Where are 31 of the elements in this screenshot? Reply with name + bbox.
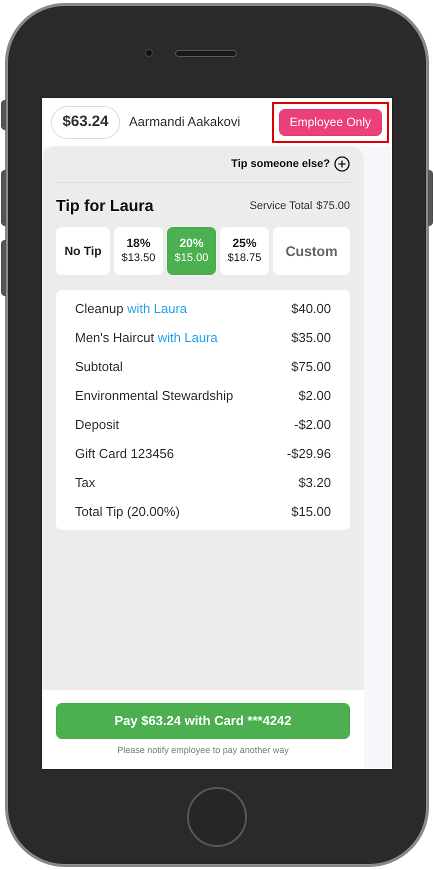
line-item-amount: $35.00 (291, 328, 331, 347)
service-total-label: Service Total (250, 199, 312, 214)
amount-pill: $63.24 (51, 106, 120, 138)
line-item-label: Cleanup with Laura (75, 300, 188, 318)
line-item-amount: -$2.00 (294, 416, 331, 434)
line-item-amount: -$29.96 (286, 444, 331, 463)
tip-title: Tip for Laura (56, 196, 154, 216)
line-item-amount: $2.00 (298, 386, 331, 405)
customer-name: Aarmandi Aakakovi (129, 113, 242, 132)
tip-someone-else-link[interactable]: Tip someone else? (231, 156, 330, 172)
line-item-amount: $75.00 (291, 358, 331, 376)
line-item-amount: $15.00 (291, 502, 331, 521)
employee-only-button[interactable]: Employee Only (278, 108, 382, 136)
line-item-label: Tax (75, 474, 96, 492)
tip-option[interactable]: 25% $18.75 (220, 227, 269, 275)
line-item-label: Subtotal (75, 358, 123, 376)
speaker-grille (175, 50, 237, 56)
tip-option[interactable]: No Tip (56, 227, 110, 275)
line-item-label: Deposit (75, 416, 120, 434)
line-item-label: Men's Haircut with Laura (75, 328, 218, 347)
service-total-value: $75.00 (316, 199, 350, 214)
camera-icon (145, 49, 153, 57)
line-item-amount: $40.00 (291, 300, 331, 318)
line-item-amount: $3.20 (298, 474, 331, 492)
tip-option[interactable]: Custom (273, 227, 350, 275)
line-item-label: Total Tip (20.00%) (75, 502, 180, 521)
tip-option[interactable]: 18% $13.50 (114, 227, 163, 275)
plus-circle-icon[interactable] (334, 156, 350, 172)
pay-note: Please notify employee to pay another way (117, 744, 289, 757)
line-item-label: Gift Card 123456 (75, 444, 174, 463)
line-item-label: Environmental Stewardship (75, 386, 234, 405)
